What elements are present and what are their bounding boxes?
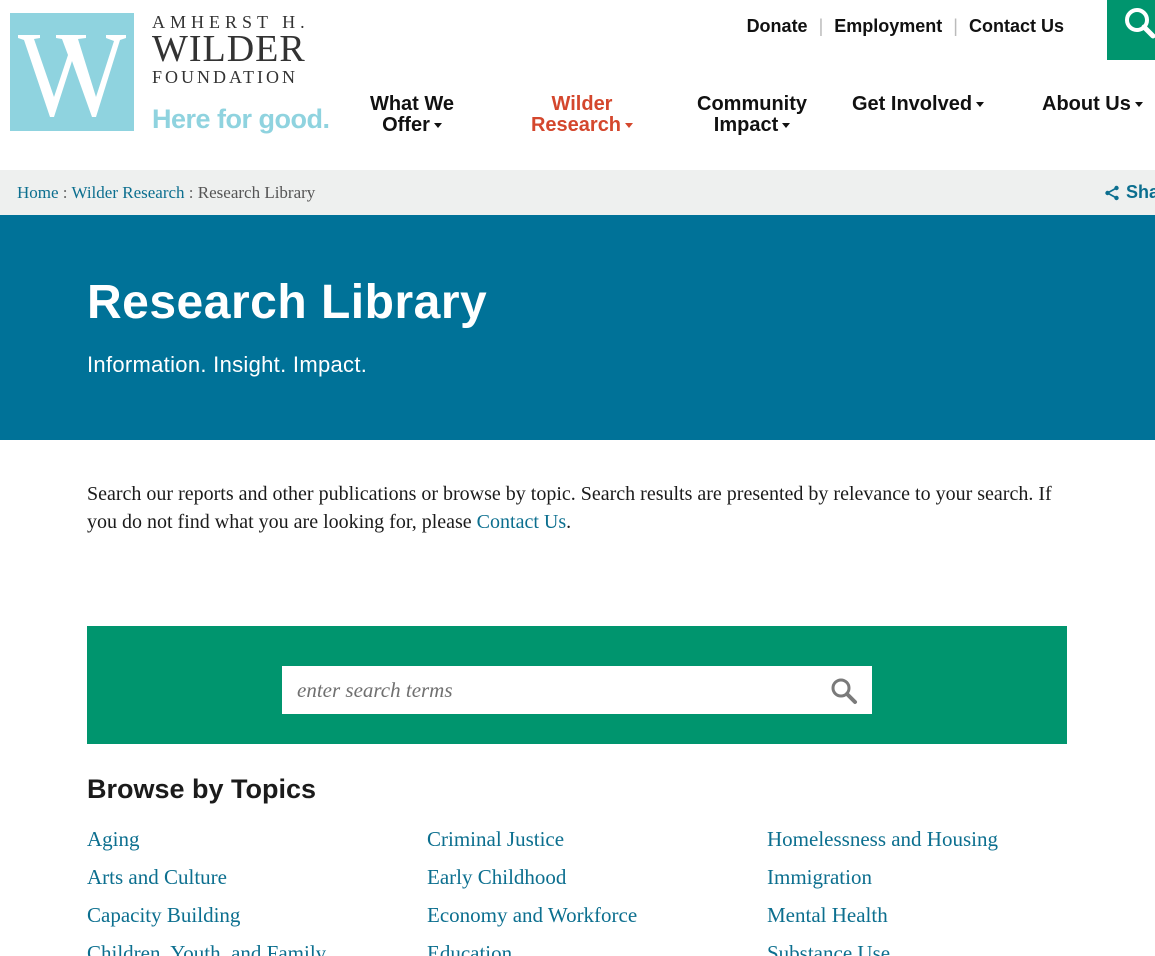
topics-column-1: Aging Arts and Culture Capacity Building… (87, 820, 326, 956)
topic-link[interactable]: Early Childhood (427, 858, 637, 896)
breadcrumb: Home : Wilder Research : Research Librar… (17, 183, 315, 203)
topic-link[interactable]: Aging (87, 820, 326, 858)
tagline: Here for good. (152, 104, 330, 134)
logo-line-wilder: WILDER (152, 28, 306, 70)
page-subtitle: Information. Insight. Impact. (87, 352, 368, 377)
topics-column-3: Homelessness and Housing Immigration Men… (767, 820, 998, 956)
foundation-wordmark[interactable]: AMHERST H. WILDER FOUNDATION (152, 12, 310, 88)
topic-link[interactable]: Criminal Justice (427, 820, 637, 858)
caret-down-icon (433, 123, 442, 129)
search-icon (1125, 8, 1155, 39)
topics-column-2: Criminal Justice Early Childhood Economy… (427, 820, 637, 956)
search-icon (831, 678, 857, 704)
nav-label-line1: Wilder (551, 93, 613, 115)
nav-label: Get Involved (852, 93, 973, 115)
caret-down-icon (625, 123, 634, 129)
topic-link[interactable]: Children, Youth, and Family (87, 934, 326, 956)
topic-link[interactable]: Mental Health (767, 896, 998, 934)
share-icon (1105, 185, 1119, 200)
browse-topics-heading: Browse by Topics (87, 774, 317, 804)
w-logo-icon (18, 35, 126, 117)
site-header: AMHERST H. WILDER FOUNDATION Here for go… (0, 0, 1155, 170)
wilder-logo-mark[interactable] (10, 13, 134, 131)
nav-label-line2: Research (530, 114, 622, 136)
search-box (282, 666, 872, 714)
search-submit-button[interactable] (830, 677, 858, 705)
utility-nav: Donate | Employment | Contact Us (747, 16, 1064, 37)
hero-banner: Research Library Information. Insight. I… (0, 215, 1155, 440)
caret-down-icon (782, 123, 791, 129)
share-label: Sha (1126, 182, 1155, 202)
employment-link[interactable]: Employment (834, 16, 942, 37)
intro-paragraph: Search our reports and other publication… (87, 480, 1077, 536)
nav-label-line2: Offer (382, 114, 430, 136)
topic-link[interactable]: Capacity Building (87, 896, 326, 934)
topic-link[interactable]: Economy and Workforce (427, 896, 637, 934)
nav-label-line1: What We (369, 93, 455, 115)
utility-separator: | (953, 16, 958, 36)
nav-label-line2: Impact (713, 114, 779, 136)
contact-us-link[interactable]: Contact Us (969, 16, 1064, 37)
search-toggle-button[interactable] (1107, 0, 1155, 60)
donate-link[interactable]: Donate (747, 16, 808, 37)
page-title: Research Library (87, 276, 488, 329)
breadcrumb-home[interactable]: Home (17, 183, 59, 202)
search-panel (87, 626, 1067, 744)
nav-wilder-research[interactable]: Wilder Research (522, 94, 642, 136)
breadcrumb-bar: Home : Wilder Research : Research Librar… (0, 170, 1155, 215)
topic-link[interactable]: Education (427, 934, 637, 956)
nav-label: About Us (1042, 93, 1131, 115)
nav-label-line1: Community (697, 93, 807, 115)
caret-down-icon (976, 102, 985, 108)
topic-link[interactable]: Homelessness and Housing (767, 820, 998, 858)
breadcrumb-current: Research Library (197, 183, 316, 202)
logo-line-foundation: FOUNDATION (152, 67, 298, 87)
nav-community-impact[interactable]: Community Impact (687, 94, 817, 136)
topic-link[interactable]: Arts and Culture (87, 858, 326, 896)
caret-down-icon (1134, 102, 1143, 108)
intro-suffix: . (566, 511, 572, 533)
share-button[interactable]: Sha (1104, 182, 1155, 203)
nav-get-involved[interactable]: Get Involved (852, 93, 985, 115)
search-input[interactable] (282, 666, 822, 714)
breadcrumb-wilder-research[interactable]: Wilder Research (71, 183, 184, 202)
topic-link[interactable]: Substance Use (767, 934, 998, 956)
nav-about-us[interactable]: About Us (1042, 94, 1143, 115)
utility-separator: | (818, 16, 824, 36)
intro-contact-link[interactable]: Contact Us (477, 511, 566, 533)
nav-what-we-offer[interactable]: What We Offer (352, 94, 472, 136)
topic-link[interactable]: Immigration (767, 858, 998, 896)
breadcrumb-separator: : (188, 183, 198, 202)
